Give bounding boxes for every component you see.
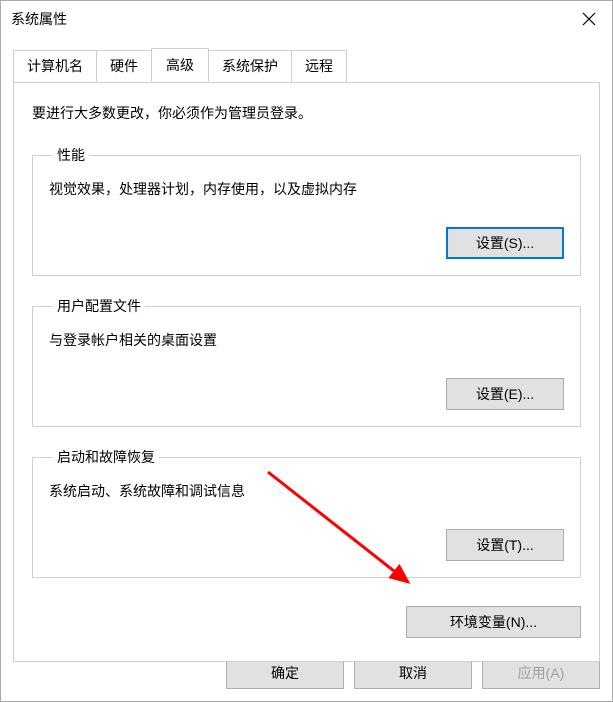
startup-recovery-legend: 启动和故障恢复	[53, 447, 159, 467]
tab-system-protection[interactable]: 系统保护	[208, 50, 292, 83]
user-profiles-legend: 用户配置文件	[53, 296, 145, 316]
performance-group: 性能 视觉效果，处理器计划，内存使用，以及虚拟内存 设置(S)...	[32, 145, 581, 276]
tab-panel-advanced: 要进行大多数更改，你必须作为管理员登录。 性能 视觉效果，处理器计划，内存使用，…	[13, 82, 600, 662]
tab-computer-name[interactable]: 计算机名	[13, 50, 97, 83]
performance-desc: 视觉效果，处理器计划，内存使用，以及虚拟内存	[49, 179, 564, 199]
startup-recovery-settings-button[interactable]: 设置(T)...	[446, 529, 564, 561]
window-title: 系统属性	[11, 9, 67, 29]
tab-strip: 计算机名 硬件 高级 系统保护 远程	[13, 49, 600, 82]
user-profiles-group: 用户配置文件 与登录帐户相关的桌面设置 设置(E)...	[32, 296, 581, 427]
startup-recovery-desc: 系统启动、系统故障和调试信息	[49, 481, 564, 501]
user-profiles-desc: 与登录帐户相关的桌面设置	[49, 330, 564, 350]
tab-advanced[interactable]: 高级	[151, 48, 209, 82]
environment-variables-button[interactable]: 环境变量(N)...	[406, 606, 581, 638]
performance-legend: 性能	[53, 145, 89, 165]
tab-hardware[interactable]: 硬件	[96, 50, 152, 83]
performance-settings-button[interactable]: 设置(S)...	[446, 227, 564, 259]
close-button[interactable]	[566, 1, 612, 37]
titlebar: 系统属性	[1, 1, 612, 37]
user-profiles-settings-button[interactable]: 设置(E)...	[446, 378, 564, 410]
startup-recovery-group: 启动和故障恢复 系统启动、系统故障和调试信息 设置(T)...	[32, 447, 581, 578]
close-icon	[582, 12, 596, 26]
dialog-content: 计算机名 硬件 高级 系统保护 远程 要进行大多数更改，你必须作为管理员登录。 …	[1, 37, 612, 662]
tab-remote[interactable]: 远程	[291, 50, 347, 83]
admin-notice-text: 要进行大多数更改，你必须作为管理员登录。	[32, 103, 581, 123]
